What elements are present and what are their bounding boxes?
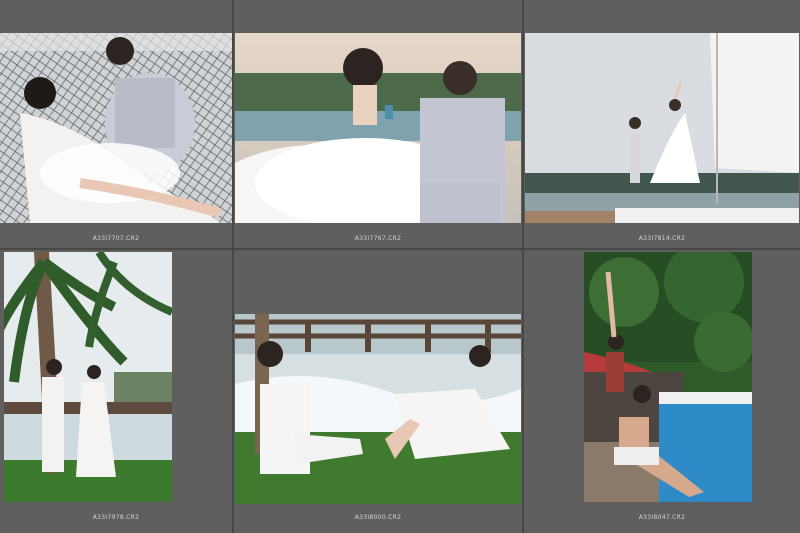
filename-label-2: A33I7767.CR2 [354,235,402,242]
thumbnail-6[interactable] [584,252,752,502]
filename-label-5: A33I8000.CR2 [354,514,402,521]
photo-couple-dress-icon [235,33,521,223]
filename-label-1: A33I7707.CR2 [92,235,140,242]
photo-couple-yacht-icon [525,33,799,223]
thumbnail-5[interactable] [235,314,521,504]
thumbnail-2[interactable] [235,33,521,223]
thumbnail-1[interactable] [0,33,232,223]
grid-cell-2[interactable]: A33I7767.CR2 [234,0,522,248]
thumbnail-3[interactable] [525,33,799,223]
photo-couple-lawn-icon [235,314,521,504]
grid-cell-6[interactable]: A33I8047.CR2 [524,250,800,533]
photo-couple-pool-icon [584,252,752,502]
filename-label-6: A33I8047.CR2 [638,514,686,521]
grid-cell-1[interactable]: A33I7707.CR2 [0,0,232,248]
photo-couple-palm-icon [4,252,172,502]
grid-cell-5[interactable]: A33I8000.CR2 [234,250,522,533]
thumbnail-4[interactable] [4,252,172,502]
grid-cell-4[interactable]: A33I7978.CR2 [0,250,232,533]
grid-cell-3[interactable]: A33I7814.CR2 [524,0,800,248]
photo-couple-net-icon [0,33,232,223]
filename-label-3: A33I7814.CR2 [638,235,686,242]
filename-label-4: A33I7978.CR2 [92,514,140,521]
thumbnail-grid: A33I7707.CR2 A33I7767.CR2 A33I7814.CR2 A… [0,0,800,533]
